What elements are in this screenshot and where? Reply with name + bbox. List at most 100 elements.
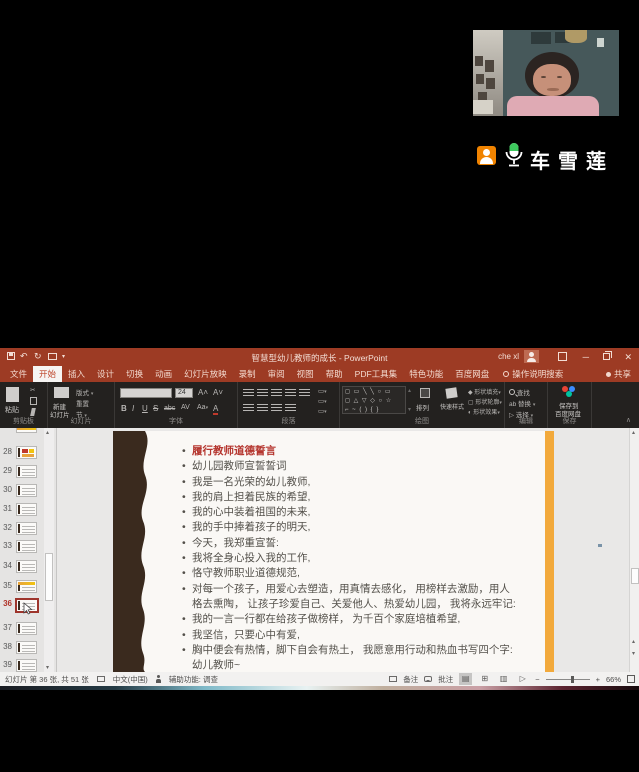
- restore-button[interactable]: [603, 353, 610, 360]
- zoom-in-button[interactable]: +: [596, 675, 600, 684]
- shapes-gallery[interactable]: ◻ ▭ ╲ ╲ ○ ▭ ◻ △ ▽ ◇ ○ ☆ ⌐ ~ ( ) { }: [342, 386, 406, 414]
- bullets-icon[interactable]: [243, 389, 254, 397]
- smartart-icon[interactable]: ▭▾: [318, 407, 327, 415]
- font-size-combo[interactable]: 24: [175, 388, 193, 398]
- strikethrough-button[interactable]: S: [153, 404, 158, 413]
- zoom-out-button[interactable]: −: [535, 675, 539, 684]
- shapes-scroll-down-icon[interactable]: ▾: [408, 406, 411, 413]
- shape-effects-button[interactable]: ◐ 形状效果▾: [468, 407, 500, 416]
- shrink-font-icon[interactable]: A˅: [213, 388, 223, 397]
- shape-outline-button[interactable]: ▢ 形状轮廓▾: [468, 397, 502, 406]
- replace-button[interactable]: ab 替换 ▾: [509, 398, 535, 408]
- zoom-level[interactable]: 66%: [606, 675, 621, 684]
- slide-bullet: •我将全身心投入我的工作,: [180, 551, 516, 566]
- ribbon-display-options-icon[interactable]: [558, 352, 567, 361]
- tab-baidu-netdisk[interactable]: 百度网盘: [449, 366, 495, 382]
- group-font: 24 A˄ A˅ B I U S abc AV Aa▾ A 字体: [115, 382, 238, 428]
- char-spacing-icon[interactable]: AV: [181, 404, 190, 411]
- tell-me-search[interactable]: 操作说明搜索: [503, 366, 563, 382]
- font-color-icon[interactable]: A: [213, 404, 218, 415]
- share-button[interactable]: 共享: [606, 368, 631, 380]
- quick-styles-icon[interactable]: [445, 387, 457, 398]
- increase-indent-icon[interactable]: [285, 389, 296, 397]
- scroll-down-icon[interactable]: ▾: [46, 664, 49, 671]
- next-slide-icon[interactable]: ▾: [632, 650, 635, 657]
- tab-record[interactable]: 录制: [233, 366, 262, 382]
- language-indicator[interactable]: 中文(中国): [113, 674, 148, 685]
- minimize-button[interactable]: ─: [583, 352, 589, 362]
- arrange-button[interactable]: 排列: [416, 402, 429, 412]
- baidu-netdisk-icon[interactable]: [562, 386, 578, 398]
- zoom-slider[interactable]: [546, 679, 590, 680]
- tab-design[interactable]: 设计: [91, 366, 120, 382]
- numbering-icon[interactable]: [257, 389, 268, 397]
- comments-button[interactable]: 批注: [438, 674, 453, 685]
- align-right-icon[interactable]: [271, 404, 282, 412]
- tab-features[interactable]: 特色功能: [403, 366, 449, 382]
- clear-format-icon[interactable]: abc: [164, 405, 175, 412]
- tab-insert[interactable]: 插入: [62, 366, 91, 382]
- view-reading-button[interactable]: ▥: [497, 673, 510, 685]
- fit-slide-to-window-icon[interactable]: [627, 675, 635, 683]
- text-direction-icon[interactable]: ▭▾: [318, 387, 327, 395]
- change-case-icon[interactable]: Aa▾: [197, 404, 208, 411]
- decrease-indent-icon[interactable]: [271, 389, 282, 397]
- shape-fill-button[interactable]: ◆ 形状填充▾: [468, 387, 501, 396]
- tab-view[interactable]: 视图: [291, 366, 320, 382]
- zoom-slider-thumb[interactable]: [571, 676, 574, 683]
- slide-bullet: •对每一个孩子，用爱心去塑造，用真情去感化， 用榜样去激励，用人格去熏陶， 让孩…: [180, 582, 516, 613]
- quick-styles-button[interactable]: 快速样式: [440, 402, 464, 411]
- paste-icon[interactable]: [6, 387, 19, 402]
- reset-button[interactable]: 重置: [76, 398, 89, 408]
- accessibility-status[interactable]: 辅助功能: 调查: [169, 674, 218, 685]
- previous-slide-icon[interactable]: ▴: [632, 638, 635, 645]
- status-bar: 幻灯片 第 36 张, 共 51 张 中文(中国) 辅助功能: 调查 备注 批注…: [0, 672, 639, 686]
- tab-help[interactable]: 帮助: [320, 366, 349, 382]
- scroll-up-icon[interactable]: ▴: [46, 429, 49, 436]
- font-name-combo[interactable]: [120, 388, 172, 398]
- arrange-icon[interactable]: [420, 388, 430, 398]
- tab-review[interactable]: 审阅: [262, 366, 291, 382]
- tab-animations[interactable]: 动画: [149, 366, 178, 382]
- close-button[interactable]: ✕: [624, 352, 632, 363]
- slide-bullet: •我是一名光荣的幼儿教师,: [180, 475, 516, 490]
- shapes-scroll-up-icon[interactable]: ▴: [408, 387, 411, 394]
- grow-font-icon[interactable]: A˄: [198, 388, 208, 397]
- scroll-up-icon[interactable]: ▴: [632, 429, 635, 436]
- slide-canvas[interactable]: •履行教师道德誓言 •幼儿园教师宣誓誓词 •我是一名光荣的幼儿教师, •我的肩上…: [113, 431, 554, 672]
- notes-button[interactable]: 备注: [403, 674, 418, 685]
- account-name[interactable]: che xl: [498, 352, 519, 361]
- editor-scrollbar[interactable]: ▴ ▴ ▾: [629, 428, 639, 672]
- view-slideshow-button[interactable]: ▷: [516, 673, 529, 685]
- tab-home[interactable]: 开始: [33, 366, 62, 382]
- new-slide-icon[interactable]: [54, 387, 69, 398]
- editor-scrollbar-thumb[interactable]: [631, 568, 639, 584]
- cut-icon[interactable]: ✂: [30, 386, 35, 394]
- tab-pdf-tools[interactable]: PDF工具集: [349, 366, 404, 382]
- tab-slideshow[interactable]: 幻灯片放映: [178, 366, 233, 382]
- spellcheck-icon[interactable]: [97, 676, 105, 682]
- copy-icon[interactable]: [30, 397, 37, 405]
- underline-button[interactable]: U: [142, 404, 148, 413]
- paste-button[interactable]: 粘贴: [5, 405, 19, 415]
- format-painter-icon[interactable]: [30, 408, 36, 416]
- bold-button[interactable]: B: [121, 404, 127, 413]
- align-center-icon[interactable]: [257, 404, 268, 412]
- justify-icon[interactable]: [285, 404, 296, 412]
- collapse-ribbon-icon[interactable]: ∧: [626, 416, 631, 424]
- panel-scrollbar[interactable]: ▴ ▾: [44, 428, 54, 672]
- layout-button[interactable]: 版式 ▾: [76, 387, 93, 397]
- find-button[interactable]: 查找: [509, 387, 530, 397]
- tab-transitions[interactable]: 切换: [120, 366, 149, 382]
- align-left-icon[interactable]: [243, 404, 254, 412]
- align-text-icon[interactable]: ▭▾: [318, 397, 327, 405]
- view-normal-button[interactable]: ▤: [459, 673, 472, 685]
- account-avatar[interactable]: [524, 350, 539, 363]
- italic-button[interactable]: I: [132, 404, 134, 413]
- view-slide-sorter-button[interactable]: ⊞: [478, 673, 491, 685]
- panel-scrollbar-thumb[interactable]: [45, 553, 53, 601]
- tab-file[interactable]: 文件: [4, 366, 33, 382]
- slide-thumbnail-partial[interactable]: [16, 428, 37, 433]
- mouse-cursor: [23, 602, 33, 615]
- line-spacing-icon[interactable]: [299, 389, 310, 397]
